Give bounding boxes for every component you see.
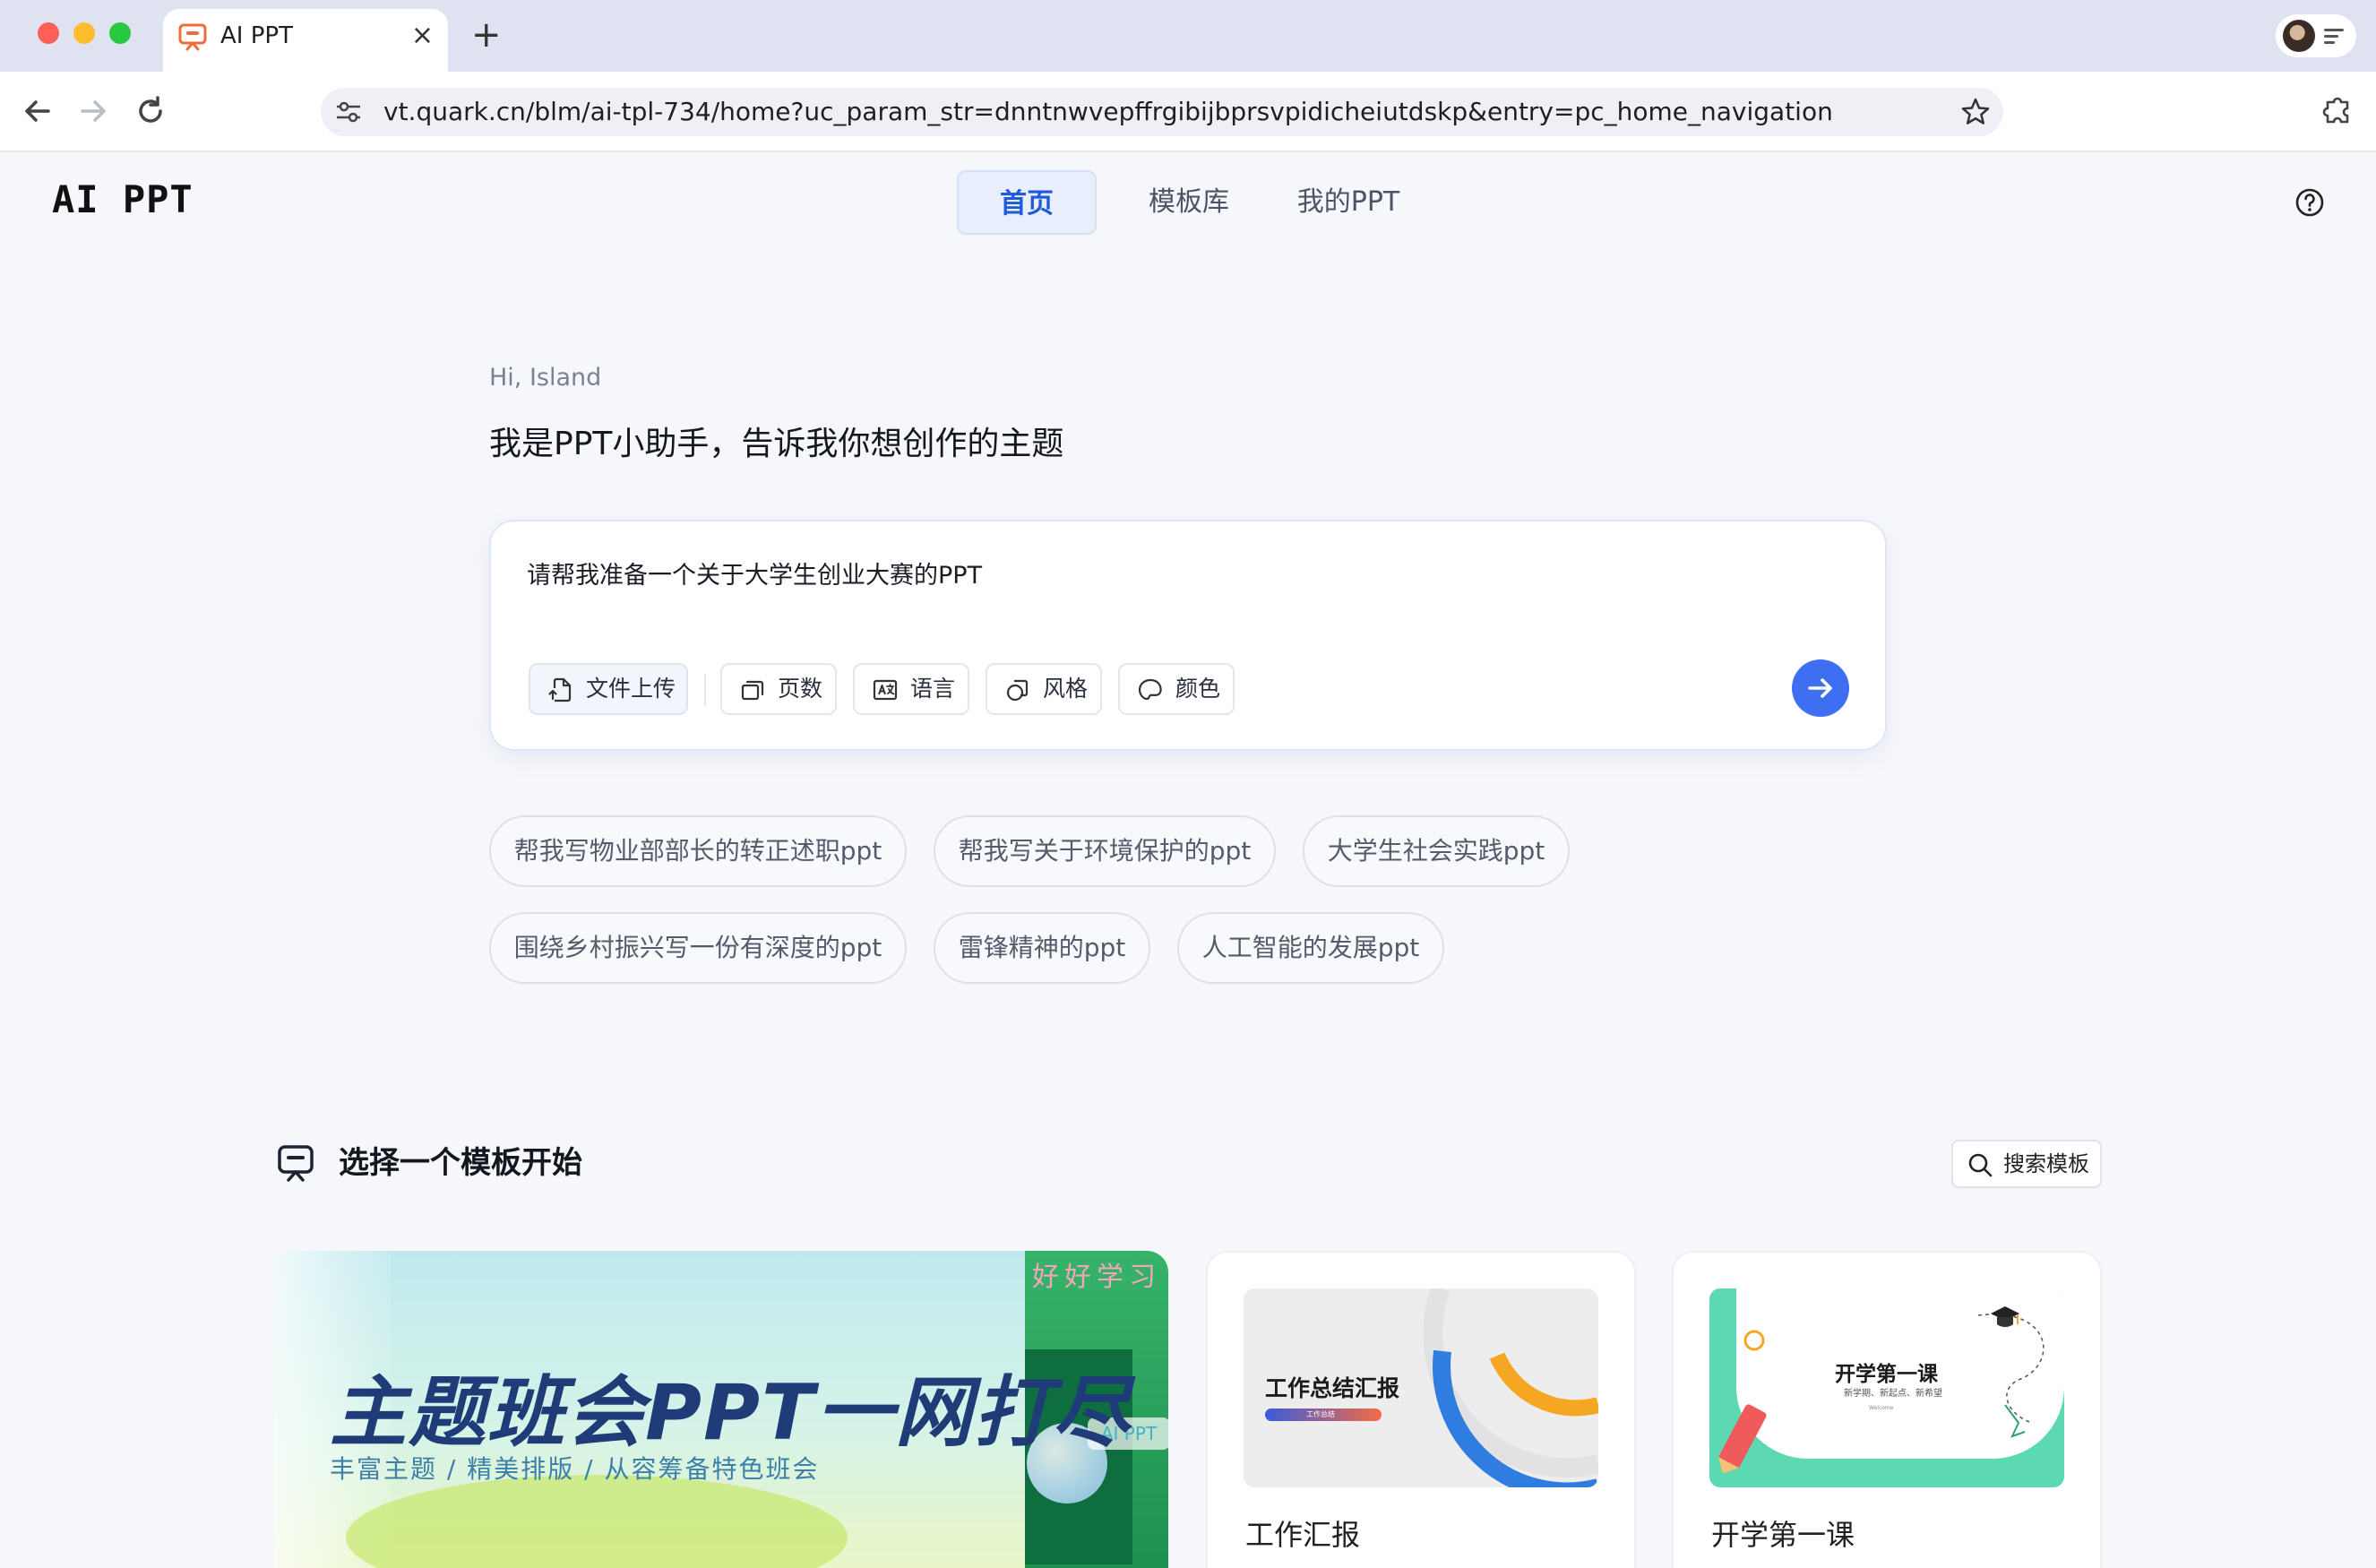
pages-icon [741,680,764,701]
search-icon [1968,1153,1993,1177]
graduation-cap-icon [1991,1306,2019,1327]
style-label: 风格 [1043,676,1089,702]
color-button[interactable]: 颜色 [1118,663,1235,715]
template-card-label: 开学第一课 [1711,1518,1855,1552]
thumbnail-bar-text: 工作总结 [1306,1410,1335,1418]
template-card-first-lesson[interactable]: 开学第一课 新学期、新起点、新希望 Welcome 开学第一课 [1672,1251,2102,1568]
search-template-button[interactable]: 搜索模板 [1951,1140,2102,1188]
browser-tab-bar: AI PPT × + [0,0,2376,72]
suggestion-chip[interactable]: 人工智能的发展ppt [1177,912,1444,984]
suggestion-chip[interactable]: 围绕乡村振兴写一份有深度的ppt [489,912,907,984]
arrow-right-icon [1808,678,1832,698]
tab-my-ppt[interactable]: 我的PPT [1290,170,1407,235]
color-label: 颜色 [1175,676,1221,702]
tab-home[interactable]: 首页 [957,170,1097,235]
suggestion-chip[interactable]: 帮我写物业部部长的转正述职ppt [489,815,907,887]
file-upload-button[interactable]: 文件上传 [529,663,688,715]
banner-tagline: 丰富主题 / 精美排版 / 从容筹备特色班会 [330,1454,820,1484]
tab-title: AI PPT [220,22,293,49]
banner-headline: 主题班会PPT一网打尽 [330,1368,1132,1458]
banner-hill [346,1475,848,1568]
language-button[interactable]: 语言 [853,663,969,715]
tab-close-icon[interactable]: × [411,9,434,63]
thumbnail-bar: 工作总结 [1265,1409,1382,1421]
reload-icon[interactable] [131,91,170,131]
presentation-board-icon [278,1145,314,1182]
banner-corner-text: 好好学习 [1032,1262,1161,1293]
file-upload-label: 文件上传 [586,676,676,702]
extensions-puzzle-icon[interactable] [2320,91,2356,127]
style-shapes-icon [1006,679,1029,702]
url-text[interactable]: vt.quark.cn/blm/ai-tpl-734/home?uc_param… [383,88,1833,136]
back-arrow-icon[interactable] [18,91,57,131]
page-count-label: 页数 [778,676,823,702]
palette-icon [1138,678,1162,701]
prompt-box: 请帮我准备一个关于大学生创业大赛的PPT 文件上传 页数 语言 风格 颜色 [489,520,1887,751]
assistant-subtitle: 我是PPT小助手，告诉我你想创作的主题 [489,426,1064,462]
file-upload-icon [548,677,572,702]
template-card-work-report[interactable]: 工作总结汇报 工作总结 工作汇报 [1206,1251,1636,1568]
search-template-label: 搜索模板 [2003,1151,2089,1176]
app-header: AI PPT 首页 模板库 我的PPT [0,154,2376,251]
thumbnail-title: 工作总结汇报 [1265,1375,1400,1401]
tab-template-library[interactable]: 模板库 [1138,170,1240,235]
prompt-input[interactable]: 请帮我准备一个关于大学生创业大赛的PPT [527,556,982,590]
send-button[interactable] [1792,659,1849,717]
page-count-button[interactable]: 页数 [720,663,837,715]
suggestion-chip[interactable]: 大学生社会实践ppt [1303,815,1570,887]
address-bar[interactable]: vt.quark.cn/blm/ai-tpl-734/home?uc_param… [321,88,2003,136]
close-window-button[interactable] [38,22,59,44]
browser-toolbar: vt.quark.cn/blm/ai-tpl-734/home?uc_param… [0,72,2376,152]
new-tab-button[interactable]: + [471,13,502,57]
browser-tab[interactable]: AI PPT × [163,9,448,72]
class-meeting-banner[interactable]: 好好学习 AI PPT 主题班会PPT一网打尽 丰富主题 / 精美排版 / 从容… [274,1251,1168,1568]
suggestion-chip[interactable]: 帮我写关于环境保护的ppt [934,815,1276,887]
site-settings-icon[interactable] [335,99,362,125]
template-thumbnail: 工作总结汇报 工作总结 [1244,1288,1598,1487]
help-icon[interactable] [2294,186,2326,219]
profile-button[interactable] [2276,14,2356,57]
presentation-icon [178,23,207,51]
maximize-window-button[interactable] [109,22,131,44]
menu-icon [2324,29,2344,47]
avatar [2283,20,2315,52]
thumbnail-title: 开学第一课 [1835,1363,1938,1386]
thumbnail-small-text: Welcome [1869,1405,1894,1411]
language-label: 语言 [910,676,956,702]
forward-arrow-icon[interactable] [73,91,113,131]
greeting-text: Hi, Island [489,364,602,392]
thumbnail-subtitle: 新学期、新起点、新希望 [1844,1389,1942,1399]
minimize-window-button[interactable] [73,22,95,44]
template-thumbnail: 开学第一课 新学期、新起点、新希望 Welcome [1709,1288,2064,1487]
bookmark-star-icon[interactable] [1960,97,1991,127]
chip-divider [704,674,706,706]
template-section-title: 选择一个模板开始 [339,1145,582,1181]
style-button[interactable]: 风格 [986,663,1102,715]
language-icon [873,679,898,701]
suggestion-chip[interactable]: 雷锋精神的ppt [934,912,1150,984]
app-logo[interactable]: AI PPT [52,177,194,221]
template-card-label: 工作汇报 [1245,1518,1361,1552]
